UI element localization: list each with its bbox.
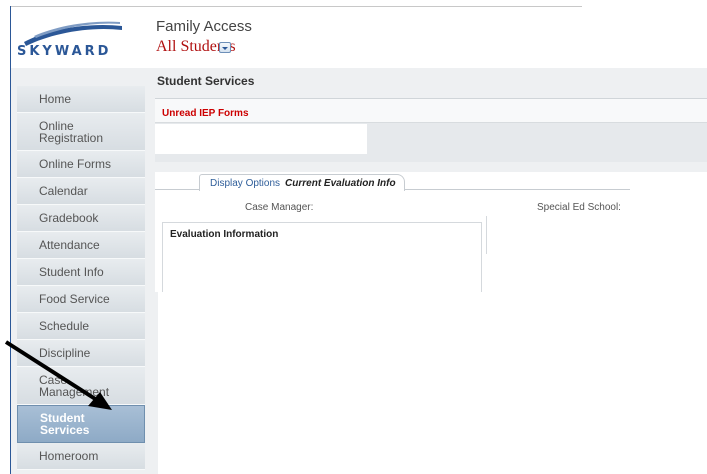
tab-strip: Display Options Current Evaluation Info: [155, 172, 630, 191]
sidebar-item-online-registration[interactable]: Online Registration: [17, 113, 145, 151]
sidebar-item-online-forms[interactable]: Online Forms: [17, 151, 145, 178]
sidebar-item-calendar[interactable]: Calendar: [17, 178, 145, 205]
sidebar-item-gradebook[interactable]: Gradebook: [17, 205, 145, 232]
arrow-annotation-icon: [4, 340, 112, 410]
sidebar-item-attendance[interactable]: Attendance: [17, 232, 145, 259]
sidebar-item-label: Homeroom: [39, 449, 99, 463]
app-title: Family Access: [156, 18, 252, 35]
evaluation-info-title: Evaluation Information: [170, 229, 279, 240]
sidebar-item-food-service[interactable]: Food Service: [17, 286, 145, 313]
chevron-down-icon[interactable]: [219, 42, 231, 53]
header-rule: [10, 6, 582, 7]
sidebar-item-schedule[interactable]: Schedule: [17, 313, 145, 340]
sidebar-item-label: Schedule: [39, 319, 90, 333]
sidebar-item-label: Food Service: [39, 292, 110, 306]
case-manager-label: Case Manager:: [245, 202, 314, 213]
sidebar-item-label: Attendance: [39, 238, 100, 252]
special-ed-school-label: Special Ed School:: [537, 202, 621, 213]
evaluation-info-box: Evaluation Information: [162, 222, 482, 292]
display-options-link[interactable]: Display Options: [210, 178, 280, 189]
iep-forms-content: [155, 124, 367, 154]
iep-forms-header: Unread IEP Forms: [155, 99, 707, 123]
tab-label-current: Current Evaluation Info: [285, 177, 396, 189]
tab-current-evaluation-info[interactable]: Display Options Current Evaluation Info: [199, 174, 405, 191]
header: SKYWARD Family Access All Students: [0, 0, 707, 68]
sidebar-item-label: Online Registration: [39, 118, 104, 145]
sidebar-item-homeroom[interactable]: Homeroom: [17, 443, 145, 470]
sidebar-item-label: Student Info: [39, 265, 104, 279]
column-divider: [486, 216, 487, 254]
brand-wordmark: SKYWARD: [17, 44, 112, 59]
sidebar-item-label: Calendar: [39, 184, 88, 198]
page-title: Student Services: [157, 74, 255, 88]
sidebar-item-label: Home: [39, 92, 72, 106]
iep-forms-panel: Unread IEP Forms: [155, 98, 707, 162]
sidebar-item-label: Online Forms: [39, 157, 112, 171]
sidebar-item-label: Gradebook: [39, 211, 99, 225]
evaluation-panel: Display Options Current Evaluation Info …: [155, 172, 707, 474]
sidebar-item-home[interactable]: Home: [17, 86, 145, 113]
panel-edge: [155, 292, 158, 474]
iep-forms-title: Unread IEP Forms: [162, 108, 249, 119]
sidebar-item-student-info[interactable]: Student Info: [17, 259, 145, 286]
